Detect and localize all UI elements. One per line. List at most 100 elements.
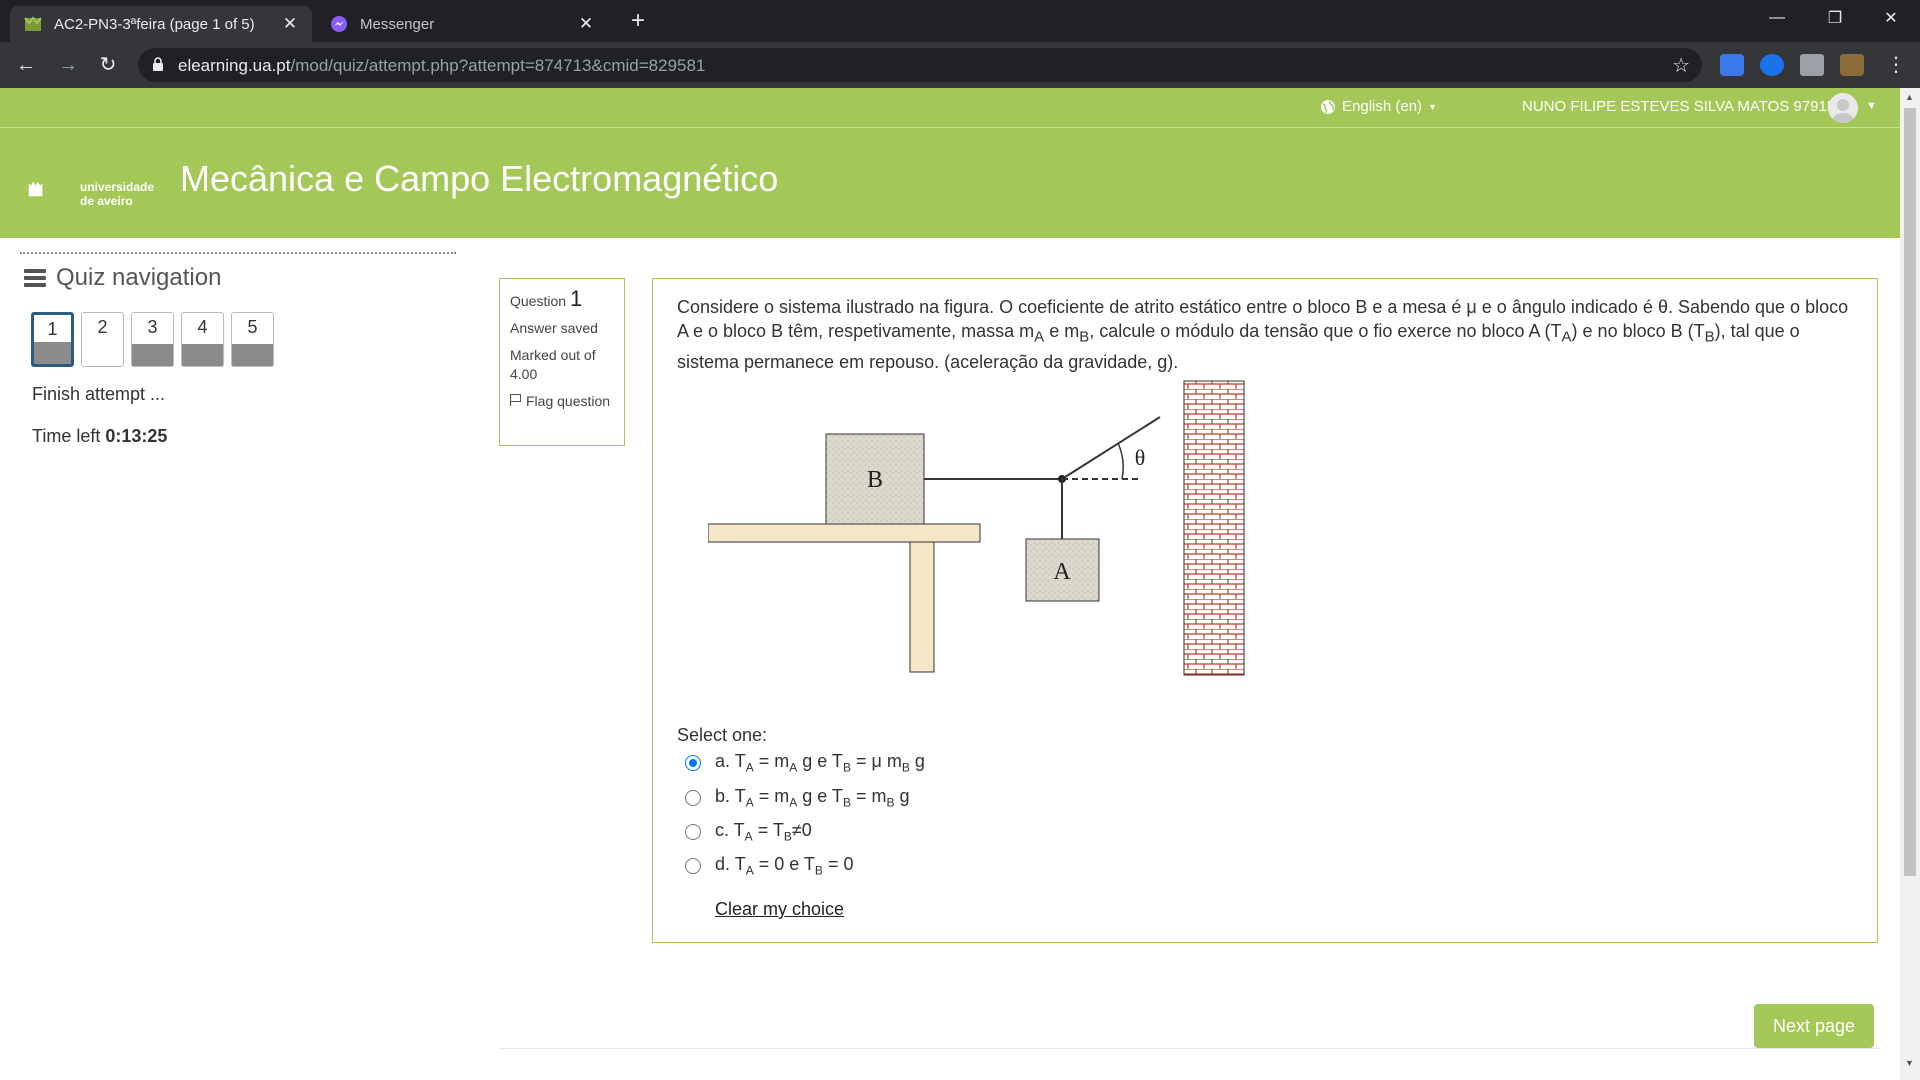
lock-icon — [153, 57, 163, 71]
moodle-top-navbar: English (en) ▼ NUNO FILIPE ESTEVES SILVA… — [0, 88, 1900, 128]
answer-state: Answer saved — [510, 320, 598, 336]
question-label: Question — [510, 293, 567, 309]
option-a[interactable]: a. TA = mA g e TB = μ mB g — [685, 751, 925, 775]
question-number: 5 — [247, 317, 258, 337]
quiz-navigation-title: Quiz navigation — [56, 264, 222, 291]
radio-option-c[interactable] — [685, 823, 701, 840]
quiz-nav-question-1[interactable]: 1 — [31, 312, 74, 367]
hamburger-icon[interactable] — [24, 269, 46, 287]
answered-state — [182, 344, 223, 366]
address-bar[interactable]: elearning.ua.pt/mod/quiz/attempt.php?att… — [138, 48, 1702, 82]
string-to-wall — [1061, 416, 1161, 480]
question-number: 3 — [147, 317, 158, 337]
flag-question-link[interactable]: Flag question — [510, 392, 614, 411]
user-name[interactable]: NUNO FILIPE ESTEVES SILVA MATOS 97915 — [1522, 98, 1835, 115]
infinity-extension-icon[interactable] — [1760, 54, 1784, 76]
forward-arrow-icon[interactable]: → — [52, 50, 84, 80]
university-logo — [28, 181, 43, 197]
minimize-icon[interactable]: — — [1748, 0, 1806, 36]
translate-extension-icon[interactable] — [1720, 54, 1744, 76]
tab-title: AC2-PN3-3ªfeira (page 1 of 5) — [54, 15, 255, 33]
clear-choice-link[interactable]: Clear my choice — [715, 899, 844, 920]
scrollbar-thumb[interactable] — [1904, 108, 1916, 876]
answered-state — [132, 344, 173, 366]
close-window-icon[interactable]: ✕ — [1862, 0, 1920, 36]
course-header: universidade de aveiro Mecânica e Campo … — [0, 128, 1900, 238]
option-b-label[interactable]: b. TA = mA g e TB = mB g — [715, 786, 910, 810]
close-tab-icon[interactable]: ✕ — [576, 14, 596, 34]
quiz-nav-question-4[interactable]: 4 — [181, 312, 224, 367]
question-number-value: 1 — [569, 286, 583, 311]
url-text: elearning.ua.pt/mod/quiz/attempt.php?att… — [178, 56, 705, 76]
option-c-label[interactable]: c. TA = TB≠0 — [715, 820, 812, 844]
radio-option-b[interactable] — [685, 789, 701, 806]
brick-wall — [1183, 380, 1245, 676]
language-menu[interactable]: English (en) ▼ — [1320, 98, 1437, 115]
option-d[interactable]: d. TA = 0 e TB = 0 — [685, 854, 853, 878]
question-number: 1 — [47, 319, 58, 339]
flag-label: Flag question — [526, 393, 611, 409]
browser-toolbar: ← → ↻ elearning.ua.pt/mod/quiz/attempt.p… — [0, 42, 1920, 88]
answered-state — [232, 344, 273, 366]
option-c[interactable]: c. TA = TB≠0 — [685, 820, 812, 844]
tab-messenger[interactable]: Messenger ✕ — [316, 6, 608, 42]
extensions-puzzle-icon[interactable] — [1800, 54, 1824, 76]
option-d-label[interactable]: d. TA = 0 e TB = 0 — [715, 854, 853, 878]
scroll-up-icon[interactable]: ▲ — [1905, 92, 1914, 102]
quiz-navigation-heading: Quiz navigation — [24, 264, 221, 292]
browser-menu-icon[interactable]: ⋮ — [1880, 50, 1912, 80]
url-host: elearning.ua.pt — [178, 56, 291, 75]
bookmark-star-icon[interactable]: ☆ — [1672, 53, 1690, 78]
time-left-value: 0:13:25 — [105, 426, 168, 446]
close-tab-icon[interactable]: ✕ — [280, 14, 300, 34]
question-text: Considere o sistema ilustrado na figura.… — [677, 297, 1849, 372]
browser-tab-strip: AC2-PN3-3ªfeira (page 1 of 5) ✕ Messenge… — [0, 0, 1920, 42]
language-label: English (en) — [1342, 98, 1423, 115]
moodle-favicon-icon — [24, 16, 42, 31]
flag-icon — [510, 394, 522, 406]
url-path: /mod/quiz/attempt.php?attempt=874713&cmi… — [290, 56, 706, 75]
radio-option-d[interactable] — [685, 857, 701, 874]
page-scrollbar[interactable]: ▲ ▼ — [1900, 88, 1920, 1080]
marks-label: Marked out of 4.00 — [510, 347, 596, 382]
physics-figure: B θ A — [708, 380, 1245, 676]
tab-quiz[interactable]: AC2-PN3-3ªfeira (page 1 of 5) ✕ — [10, 6, 312, 42]
new-tab-button[interactable]: + — [624, 8, 652, 36]
chevron-down-icon: ▼ — [1428, 101, 1437, 112]
logo-text: universidade de aveiro — [80, 180, 154, 208]
block-a-label: A — [1053, 559, 1071, 585]
messenger-icon — [331, 16, 347, 32]
quiz-nav-question-5[interactable]: 5 — [231, 312, 274, 367]
option-a-label[interactable]: a. TA = mA g e TB = μ mB g — [715, 751, 925, 775]
finish-attempt-link[interactable]: Finish attempt ... — [32, 384, 165, 405]
divider — [499, 1048, 1879, 1049]
question-number: 2 — [97, 317, 108, 337]
option-b[interactable]: b. TA = mA g e TB = mB g — [685, 786, 910, 810]
chevron-down-icon[interactable]: ▼ — [1866, 100, 1877, 112]
angle-arc — [1117, 442, 1124, 480]
quiz-nav-question-2[interactable]: 2 — [81, 312, 124, 367]
divider — [20, 252, 456, 254]
table-top — [708, 523, 981, 543]
logo-line-1: universidade — [80, 180, 155, 194]
radio-option-a[interactable] — [685, 754, 701, 771]
reload-icon[interactable]: ↻ — [92, 50, 124, 80]
question-info-box: Question 1 Answer saved Marked out of 4.… — [499, 278, 625, 446]
block-b-label: B — [867, 467, 883, 493]
restore-icon[interactable]: ❐ — [1806, 0, 1864, 36]
next-page-button[interactable]: Next page — [1754, 1004, 1874, 1048]
angle-label: θ — [1135, 445, 1146, 470]
select-one-label: Select one: — [677, 725, 768, 745]
user-avatar[interactable] — [1828, 93, 1858, 123]
quiz-nav-question-3[interactable]: 3 — [131, 312, 174, 367]
question-number-label: Question 1 — [510, 286, 614, 311]
back-arrow-icon[interactable]: ← — [10, 50, 42, 80]
profile-avatar-icon[interactable] — [1840, 54, 1864, 76]
question-number: 4 — [197, 317, 208, 337]
page-title[interactable]: Mecânica e Campo Electromagnético — [180, 158, 778, 200]
scroll-down-icon[interactable]: ▼ — [1905, 1058, 1914, 1068]
globe-icon — [1321, 99, 1335, 114]
table-leg — [909, 541, 935, 673]
answered-state — [34, 342, 71, 364]
question-content: Considere o sistema ilustrado na figura.… — [652, 278, 1878, 943]
